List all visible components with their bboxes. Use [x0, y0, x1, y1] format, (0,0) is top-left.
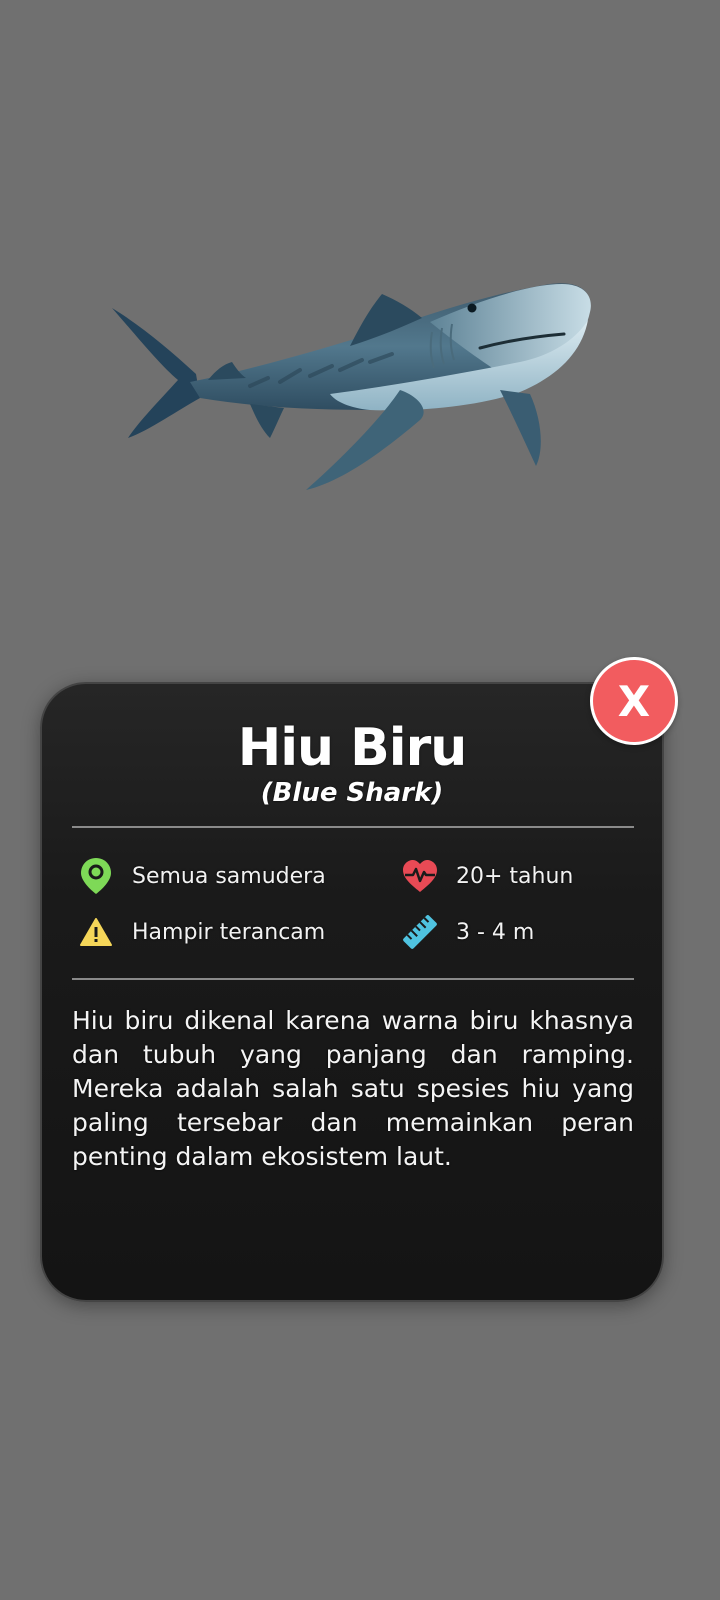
heartbeat-icon [400, 856, 440, 896]
fact-lifespan: 20+ tahun [400, 856, 573, 896]
fact-status: Hampir terancam [76, 912, 325, 952]
warning-icon [76, 912, 116, 952]
status-label: Hampir terancam [132, 919, 326, 945]
map-pin-icon [76, 856, 116, 896]
ruler-icon [400, 912, 440, 952]
divider-top [72, 826, 634, 828]
fact-habitat: Semua samudera [76, 856, 326, 896]
shark-image [100, 270, 620, 510]
animal-english-name: (Blue Shark) [260, 778, 444, 808]
close-button[interactable]: X [590, 657, 678, 745]
fact-length: 3 - 4 m [400, 912, 534, 952]
divider-bottom [72, 978, 634, 980]
animal-name: Hiu Biru [237, 718, 468, 778]
habitat-label: Semua samudera [132, 863, 326, 889]
lifespan-label: 20+ tahun [456, 863, 574, 889]
animal-description: Hiu biru dikenal karena warna biru khasn… [72, 1006, 634, 1171]
length-label: 3 - 4 m [456, 919, 535, 945]
